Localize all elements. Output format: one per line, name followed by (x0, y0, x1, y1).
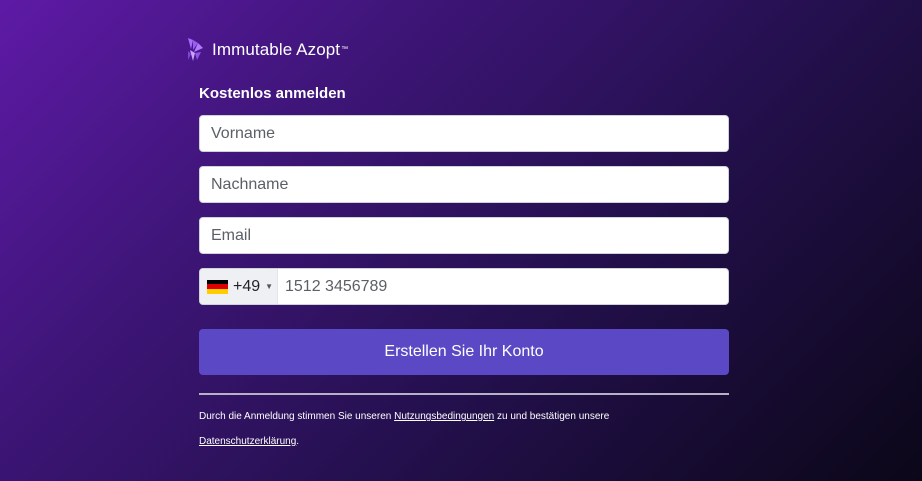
terms-prefix: Durch die Anmeldung stimmen Sie unseren (199, 411, 395, 422)
country-code-selector[interactable]: +49 ▼ (200, 269, 278, 304)
email-field[interactable]: Email (199, 217, 729, 254)
trademark-symbol: ™ (341, 45, 349, 53)
privacy-policy-link[interactable]: Datenschutzerklärung (199, 436, 296, 447)
first-name-placeholder: Vorname (211, 124, 276, 142)
phone-number-input[interactable]: 1512 3456789 (278, 278, 387, 296)
create-account-button[interactable]: Erstellen Sie Ihr Konto (199, 329, 729, 375)
dial-code: +49 (233, 277, 261, 295)
email-placeholder: Email (211, 226, 252, 244)
signup-form: Kostenlos anmelden Vorname Nachname Emai… (199, 80, 729, 454)
first-name-field[interactable]: Vorname (199, 115, 729, 152)
terms-middle: zu und bestätigen unsere (494, 411, 610, 422)
brand: Immutable Azopt ™ (186, 36, 348, 64)
terms-of-use-link[interactable]: Nutzungsbedingungen (394, 411, 494, 422)
germany-flag-icon (207, 279, 228, 294)
form-heading: Kostenlos anmelden (199, 85, 346, 102)
terms-suffix: . (296, 436, 300, 447)
divider (199, 393, 729, 395)
chevron-down-icon: ▼ (265, 282, 274, 291)
terms-text: Durch die Anmeldung stimmen Sie unseren … (199, 404, 729, 454)
last-name-field[interactable]: Nachname (199, 166, 729, 203)
last-name-placeholder: Nachname (211, 175, 289, 193)
fan-logo-icon (188, 38, 203, 61)
phone-field: +49 ▼ 1512 3456789 (199, 268, 729, 305)
brand-name: Immutable Azopt (212, 40, 341, 59)
